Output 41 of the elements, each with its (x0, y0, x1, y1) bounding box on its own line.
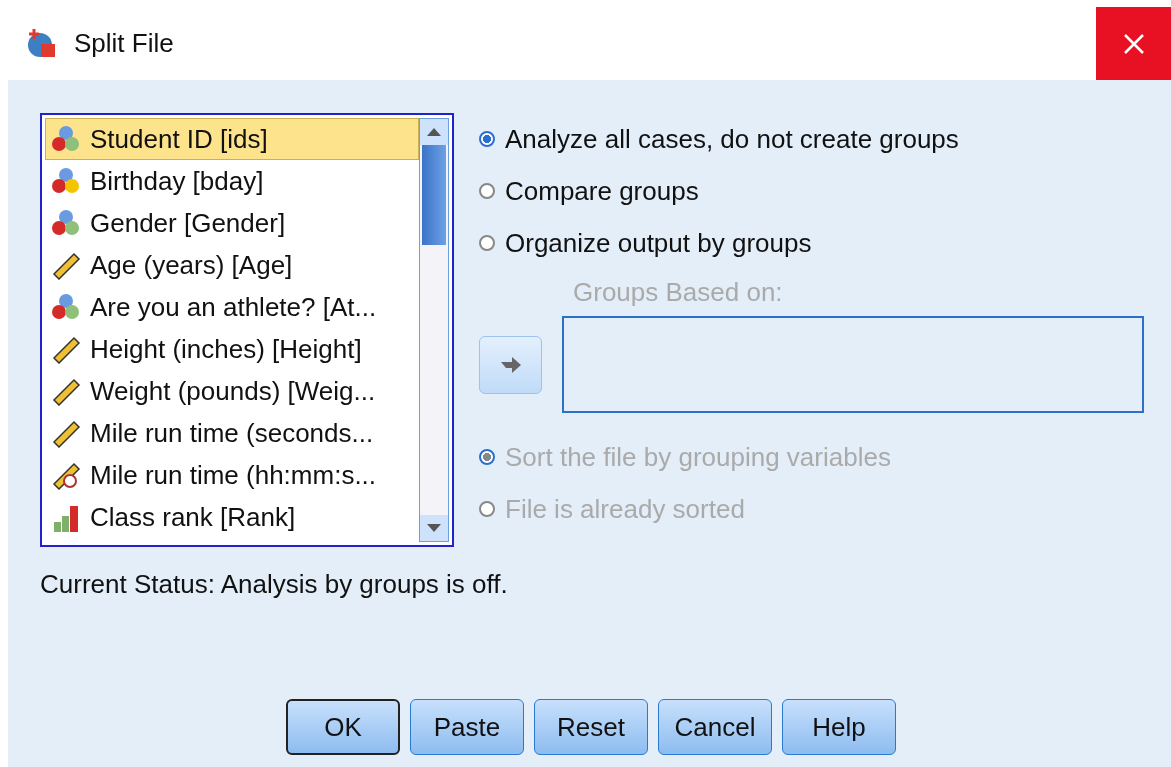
scroll-down-icon[interactable] (420, 515, 448, 541)
arrow-icon (499, 355, 522, 374)
radio-button[interactable] (479, 235, 495, 251)
variable-item[interactable]: Are you an athlete? [At... (45, 286, 419, 328)
radio-button[interactable] (479, 183, 495, 199)
ruler-icon (50, 376, 82, 406)
variable-item[interactable]: Student ID [ids] (45, 118, 419, 160)
variable-item[interactable]: Height (inches) [Height] (45, 328, 419, 370)
variable-item[interactable]: Birthday [bday] (45, 160, 419, 202)
variable-item[interactable]: Class rank [Rank] (45, 496, 419, 538)
dialog-button[interactable]: Help (782, 699, 896, 755)
dialog-button[interactable]: Reset (534, 699, 648, 755)
scrollbar[interactable] (419, 118, 449, 542)
ruler-clock-icon (50, 460, 82, 490)
balls-letter-icon (50, 166, 82, 196)
move-button[interactable] (479, 335, 542, 394)
variable-item[interactable]: Mile run time (seconds... (45, 412, 419, 454)
dialog-button[interactable]: Paste (410, 699, 524, 755)
ruler-icon (50, 334, 82, 364)
radio-label[interactable]: Analyze all cases, do not create groups (505, 123, 959, 155)
ruler-icon (50, 250, 82, 280)
status-text: Current Status: Analysis by groups is off. (40, 569, 509, 600)
radio-button[interactable] (479, 131, 495, 147)
balls-icon (50, 124, 82, 154)
ruler-icon (50, 418, 82, 448)
dialog-button[interactable]: OK (286, 699, 400, 755)
dialog-button[interactable]: Cancel (658, 699, 772, 755)
radio-label[interactable]: Compare groups (505, 175, 699, 207)
radio-label[interactable]: Organize output by groups (505, 227, 812, 259)
balls-icon (50, 208, 82, 238)
window-title: Split File (74, 28, 174, 59)
scroll-up-icon[interactable] (420, 119, 448, 145)
variable-item[interactable]: Mile run time (hh:mm:s... (45, 454, 419, 496)
scroll-thumb[interactable] (422, 145, 446, 245)
variable-item[interactable]: Gender [Gender] (45, 202, 419, 244)
variable-item[interactable]: Weight (pounds) [Weig... (45, 370, 419, 412)
groups-label: Groups Based on: (573, 277, 783, 308)
close-icon (1121, 31, 1146, 56)
groups-list-field[interactable] (562, 316, 1144, 413)
balls-icon (50, 292, 82, 322)
variable-item[interactable]: Age (years) [Age] (45, 244, 419, 286)
